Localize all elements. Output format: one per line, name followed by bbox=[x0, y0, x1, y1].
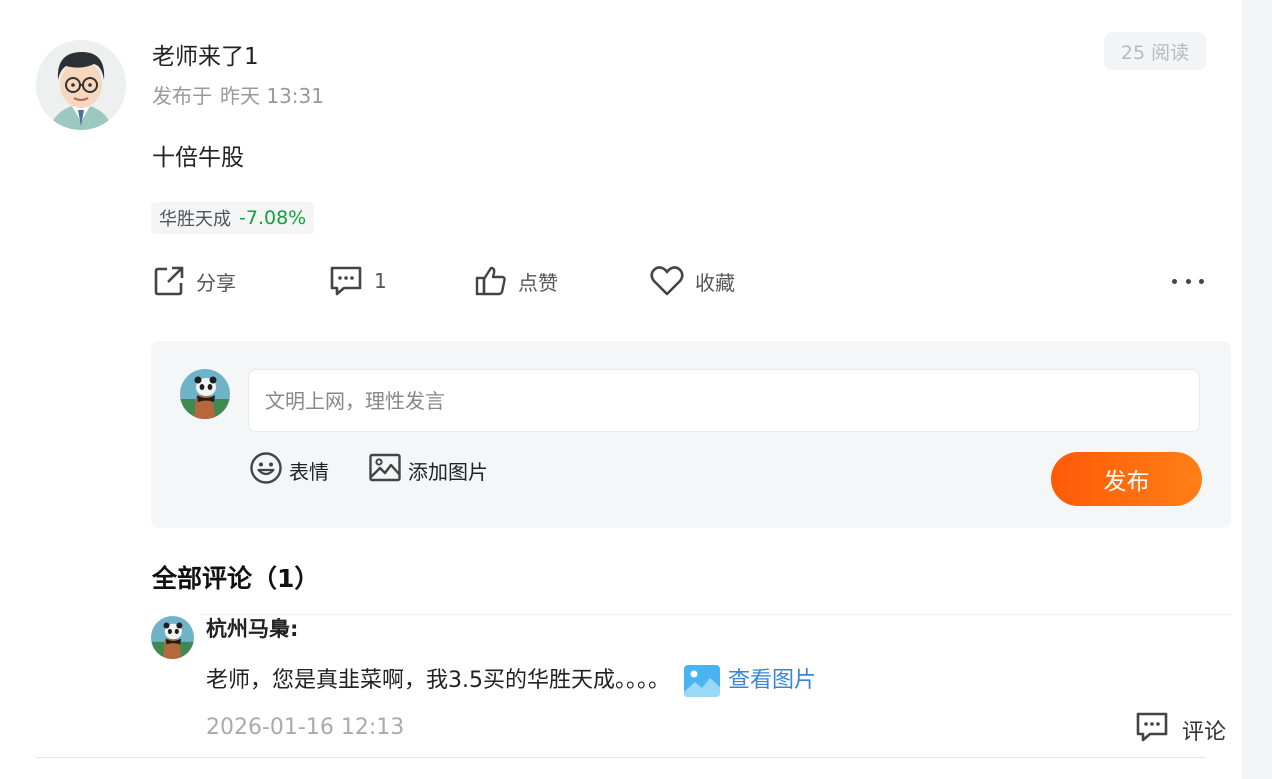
more-dots-icon[interactable] bbox=[1172, 270, 1204, 292]
post-time: 发布于 昨天 13:31 bbox=[152, 82, 332, 110]
thumbs-up-icon bbox=[474, 264, 508, 298]
commenter-avatar[interactable] bbox=[151, 616, 194, 659]
share-icon bbox=[152, 264, 186, 298]
picture-icon[interactable] bbox=[684, 665, 720, 697]
like-button[interactable]: 点赞 bbox=[474, 262, 558, 300]
emoji-icon bbox=[249, 451, 283, 490]
heart-icon bbox=[649, 264, 685, 298]
comment-time: 2026-01-16 12:13 bbox=[206, 715, 405, 740]
posted-time: 昨天 13:31 bbox=[220, 84, 324, 108]
stock-tag[interactable]: 华胜天成 -7.08% bbox=[151, 202, 315, 234]
stock-change: -7.08% bbox=[239, 207, 307, 229]
comment-count: 1 bbox=[374, 269, 387, 293]
add-image-button[interactable]: 添加图片 bbox=[368, 452, 488, 488]
right-scroll-gutter bbox=[1242, 0, 1272, 779]
reply-button[interactable]: 评论 bbox=[1134, 712, 1226, 748]
like-label: 点赞 bbox=[518, 270, 558, 295]
stock-name: 华胜天成 bbox=[159, 209, 231, 230]
read-count-badge: 25 阅读 bbox=[1104, 32, 1206, 70]
comment-icon bbox=[1134, 710, 1170, 750]
comment-button[interactable]: 1 bbox=[328, 262, 387, 300]
posted-prefix: 发布于 bbox=[152, 84, 212, 108]
comment-input[interactable] bbox=[248, 369, 1200, 432]
share-label: 分享 bbox=[196, 270, 236, 295]
current-user-avatar bbox=[180, 369, 230, 419]
add-image-label: 添加图片 bbox=[408, 459, 488, 484]
view-image-link[interactable]: 查看图片 bbox=[728, 664, 816, 698]
post-content: 十倍牛股 bbox=[152, 145, 244, 171]
comment-icon bbox=[328, 264, 364, 298]
publish-button[interactable]: 发布 bbox=[1051, 452, 1202, 506]
reply-label: 评论 bbox=[1182, 720, 1227, 745]
image-icon bbox=[368, 451, 402, 490]
emoji-label: 表情 bbox=[289, 459, 329, 484]
author-avatar[interactable] bbox=[36, 40, 126, 130]
all-comments-heading: 全部评论（1） bbox=[152, 564, 320, 593]
author-name[interactable]: 老师来了1 bbox=[152, 42, 259, 72]
favorite-button[interactable]: 收藏 bbox=[649, 262, 735, 300]
divider bbox=[200, 614, 1232, 615]
favorite-label: 收藏 bbox=[695, 270, 735, 295]
share-button[interactable]: 分享 bbox=[152, 262, 236, 300]
emoji-button[interactable]: 表情 bbox=[249, 451, 329, 490]
comment-text: 老师，您是真韭菜啊，我3.5买的华胜天成。。。。 查看图片 bbox=[206, 664, 816, 698]
divider bbox=[36, 757, 1206, 758]
commenter-name[interactable]: 杭州马梟: bbox=[206, 614, 298, 644]
comment-body: 老师，您是真韭菜啊，我3.5买的华胜天成。。。。 bbox=[206, 668, 670, 693]
